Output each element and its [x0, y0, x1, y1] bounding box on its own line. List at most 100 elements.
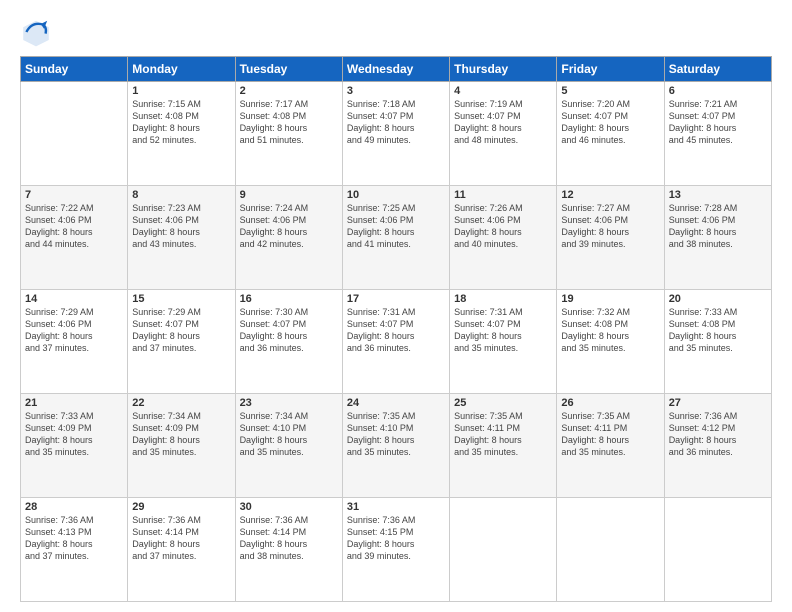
calendar-cell: 26Sunrise: 7:35 AM Sunset: 4:11 PM Dayli…	[557, 394, 664, 498]
header-row: SundayMondayTuesdayWednesdayThursdayFrid…	[21, 57, 772, 82]
week-row-1: 1Sunrise: 7:15 AM Sunset: 4:08 PM Daylig…	[21, 82, 772, 186]
cell-info: Sunrise: 7:36 AM Sunset: 4:13 PM Dayligh…	[25, 514, 123, 563]
week-row-3: 14Sunrise: 7:29 AM Sunset: 4:06 PM Dayli…	[21, 290, 772, 394]
calendar-cell: 23Sunrise: 7:34 AM Sunset: 4:10 PM Dayli…	[235, 394, 342, 498]
calendar-cell: 3Sunrise: 7:18 AM Sunset: 4:07 PM Daylig…	[342, 82, 449, 186]
calendar-cell: 10Sunrise: 7:25 AM Sunset: 4:06 PM Dayli…	[342, 186, 449, 290]
calendar-cell: 27Sunrise: 7:36 AM Sunset: 4:12 PM Dayli…	[664, 394, 771, 498]
cell-info: Sunrise: 7:34 AM Sunset: 4:09 PM Dayligh…	[132, 410, 230, 459]
day-number: 23	[240, 397, 338, 409]
calendar-cell	[450, 498, 557, 602]
cell-info: Sunrise: 7:25 AM Sunset: 4:06 PM Dayligh…	[347, 202, 445, 251]
cell-info: Sunrise: 7:31 AM Sunset: 4:07 PM Dayligh…	[347, 306, 445, 355]
cell-info: Sunrise: 7:24 AM Sunset: 4:06 PM Dayligh…	[240, 202, 338, 251]
cell-info: Sunrise: 7:35 AM Sunset: 4:11 PM Dayligh…	[454, 410, 552, 459]
calendar-cell: 14Sunrise: 7:29 AM Sunset: 4:06 PM Dayli…	[21, 290, 128, 394]
calendar-cell	[664, 498, 771, 602]
day-number: 16	[240, 293, 338, 305]
calendar-cell: 12Sunrise: 7:27 AM Sunset: 4:06 PM Dayli…	[557, 186, 664, 290]
calendar-cell: 7Sunrise: 7:22 AM Sunset: 4:06 PM Daylig…	[21, 186, 128, 290]
calendar-cell: 24Sunrise: 7:35 AM Sunset: 4:10 PM Dayli…	[342, 394, 449, 498]
calendar-cell: 17Sunrise: 7:31 AM Sunset: 4:07 PM Dayli…	[342, 290, 449, 394]
cell-info: Sunrise: 7:23 AM Sunset: 4:06 PM Dayligh…	[132, 202, 230, 251]
cell-info: Sunrise: 7:30 AM Sunset: 4:07 PM Dayligh…	[240, 306, 338, 355]
calendar-cell: 21Sunrise: 7:33 AM Sunset: 4:09 PM Dayli…	[21, 394, 128, 498]
day-number: 15	[132, 293, 230, 305]
calendar-cell: 29Sunrise: 7:36 AM Sunset: 4:14 PM Dayli…	[128, 498, 235, 602]
cell-info: Sunrise: 7:33 AM Sunset: 4:09 PM Dayligh…	[25, 410, 123, 459]
calendar-body: 1Sunrise: 7:15 AM Sunset: 4:08 PM Daylig…	[21, 82, 772, 602]
week-row-2: 7Sunrise: 7:22 AM Sunset: 4:06 PM Daylig…	[21, 186, 772, 290]
cell-info: Sunrise: 7:20 AM Sunset: 4:07 PM Dayligh…	[561, 98, 659, 147]
calendar-cell: 19Sunrise: 7:32 AM Sunset: 4:08 PM Dayli…	[557, 290, 664, 394]
calendar-cell: 2Sunrise: 7:17 AM Sunset: 4:08 PM Daylig…	[235, 82, 342, 186]
calendar-cell: 6Sunrise: 7:21 AM Sunset: 4:07 PM Daylig…	[664, 82, 771, 186]
calendar-cell	[557, 498, 664, 602]
day-number: 6	[669, 85, 767, 97]
day-number: 27	[669, 397, 767, 409]
day-number: 20	[669, 293, 767, 305]
calendar-cell: 16Sunrise: 7:30 AM Sunset: 4:07 PM Dayli…	[235, 290, 342, 394]
cell-info: Sunrise: 7:36 AM Sunset: 4:12 PM Dayligh…	[669, 410, 767, 459]
calendar-cell: 28Sunrise: 7:36 AM Sunset: 4:13 PM Dayli…	[21, 498, 128, 602]
day-number: 17	[347, 293, 445, 305]
cell-info: Sunrise: 7:32 AM Sunset: 4:08 PM Dayligh…	[561, 306, 659, 355]
page: SundayMondayTuesdayWednesdayThursdayFrid…	[0, 0, 792, 612]
calendar-cell: 22Sunrise: 7:34 AM Sunset: 4:09 PM Dayli…	[128, 394, 235, 498]
day-number: 19	[561, 293, 659, 305]
day-number: 7	[25, 189, 123, 201]
cell-info: Sunrise: 7:33 AM Sunset: 4:08 PM Dayligh…	[669, 306, 767, 355]
cell-info: Sunrise: 7:35 AM Sunset: 4:11 PM Dayligh…	[561, 410, 659, 459]
cell-info: Sunrise: 7:22 AM Sunset: 4:06 PM Dayligh…	[25, 202, 123, 251]
cell-info: Sunrise: 7:18 AM Sunset: 4:07 PM Dayligh…	[347, 98, 445, 147]
day-number: 12	[561, 189, 659, 201]
day-number: 8	[132, 189, 230, 201]
day-number: 22	[132, 397, 230, 409]
day-number: 24	[347, 397, 445, 409]
cell-info: Sunrise: 7:26 AM Sunset: 4:06 PM Dayligh…	[454, 202, 552, 251]
logo-icon	[20, 16, 52, 48]
cell-info: Sunrise: 7:29 AM Sunset: 4:07 PM Dayligh…	[132, 306, 230, 355]
header-day-saturday: Saturday	[664, 57, 771, 82]
day-number: 2	[240, 85, 338, 97]
calendar-cell: 11Sunrise: 7:26 AM Sunset: 4:06 PM Dayli…	[450, 186, 557, 290]
cell-info: Sunrise: 7:17 AM Sunset: 4:08 PM Dayligh…	[240, 98, 338, 147]
calendar-header: SundayMondayTuesdayWednesdayThursdayFrid…	[21, 57, 772, 82]
day-number: 9	[240, 189, 338, 201]
week-row-4: 21Sunrise: 7:33 AM Sunset: 4:09 PM Dayli…	[21, 394, 772, 498]
day-number: 4	[454, 85, 552, 97]
day-number: 30	[240, 501, 338, 513]
day-number: 21	[25, 397, 123, 409]
calendar-cell: 8Sunrise: 7:23 AM Sunset: 4:06 PM Daylig…	[128, 186, 235, 290]
day-number: 14	[25, 293, 123, 305]
calendar-table: SundayMondayTuesdayWednesdayThursdayFrid…	[20, 56, 772, 602]
day-number: 1	[132, 85, 230, 97]
cell-info: Sunrise: 7:28 AM Sunset: 4:06 PM Dayligh…	[669, 202, 767, 251]
cell-info: Sunrise: 7:19 AM Sunset: 4:07 PM Dayligh…	[454, 98, 552, 147]
cell-info: Sunrise: 7:31 AM Sunset: 4:07 PM Dayligh…	[454, 306, 552, 355]
day-number: 5	[561, 85, 659, 97]
cell-info: Sunrise: 7:36 AM Sunset: 4:15 PM Dayligh…	[347, 514, 445, 563]
header-day-friday: Friday	[557, 57, 664, 82]
day-number: 25	[454, 397, 552, 409]
calendar-cell: 5Sunrise: 7:20 AM Sunset: 4:07 PM Daylig…	[557, 82, 664, 186]
cell-info: Sunrise: 7:36 AM Sunset: 4:14 PM Dayligh…	[132, 514, 230, 563]
cell-info: Sunrise: 7:21 AM Sunset: 4:07 PM Dayligh…	[669, 98, 767, 147]
cell-info: Sunrise: 7:35 AM Sunset: 4:10 PM Dayligh…	[347, 410, 445, 459]
calendar-cell: 4Sunrise: 7:19 AM Sunset: 4:07 PM Daylig…	[450, 82, 557, 186]
day-number: 31	[347, 501, 445, 513]
calendar-cell: 31Sunrise: 7:36 AM Sunset: 4:15 PM Dayli…	[342, 498, 449, 602]
calendar-cell: 30Sunrise: 7:36 AM Sunset: 4:14 PM Dayli…	[235, 498, 342, 602]
header-day-thursday: Thursday	[450, 57, 557, 82]
calendar-cell: 1Sunrise: 7:15 AM Sunset: 4:08 PM Daylig…	[128, 82, 235, 186]
logo	[20, 16, 58, 48]
calendar-cell: 25Sunrise: 7:35 AM Sunset: 4:11 PM Dayli…	[450, 394, 557, 498]
header-day-sunday: Sunday	[21, 57, 128, 82]
calendar-cell: 20Sunrise: 7:33 AM Sunset: 4:08 PM Dayli…	[664, 290, 771, 394]
day-number: 13	[669, 189, 767, 201]
calendar-cell: 15Sunrise: 7:29 AM Sunset: 4:07 PM Dayli…	[128, 290, 235, 394]
calendar-cell	[21, 82, 128, 186]
cell-info: Sunrise: 7:36 AM Sunset: 4:14 PM Dayligh…	[240, 514, 338, 563]
calendar-cell: 9Sunrise: 7:24 AM Sunset: 4:06 PM Daylig…	[235, 186, 342, 290]
header-day-tuesday: Tuesday	[235, 57, 342, 82]
